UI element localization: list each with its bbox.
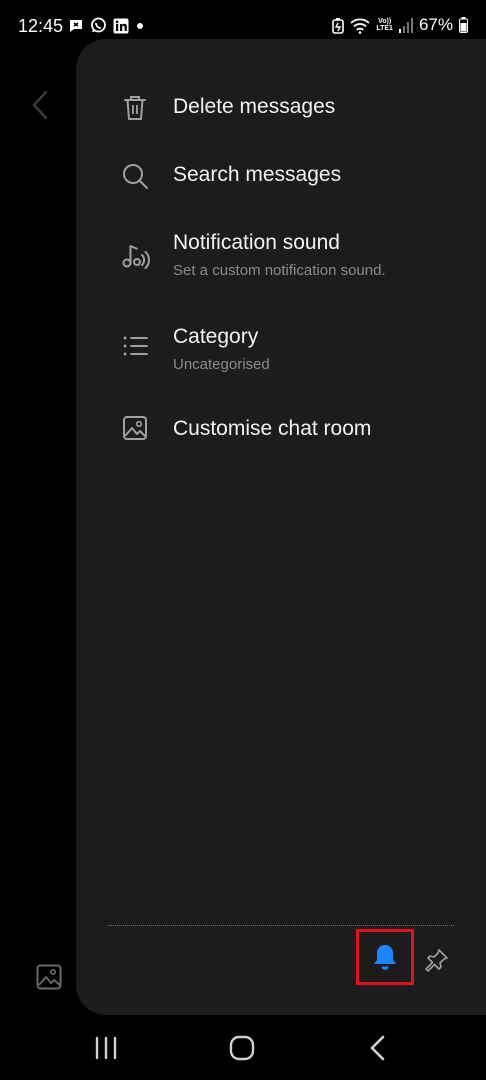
pin-icon: [425, 949, 448, 972]
drawer-divider: [108, 925, 454, 926]
dot-icon: [137, 22, 143, 29]
menu-title: Customise chat room: [173, 417, 372, 440]
menu-title: Notification sound: [173, 231, 340, 254]
navigation-bar: [0, 1015, 486, 1080]
menu-title: Category: [173, 325, 259, 348]
chat-options-drawer: Delete messages Search messages Notifica…: [76, 39, 486, 1015]
menu-title: Search messages: [173, 163, 342, 186]
battery-icon: [459, 17, 468, 33]
linkedin-icon: [113, 18, 129, 33]
status-time: 12:45: [18, 16, 64, 36]
bell-icon: [374, 945, 396, 970]
wifi-icon: [350, 18, 370, 34]
status-right-icons: Vo)) LTE1 67%: [332, 15, 468, 35]
search-icon: [123, 164, 148, 189]
menu-item-category[interactable]: Category Uncategorised: [76, 311, 486, 381]
background-gallery-icon: [36, 964, 62, 990]
menu-item-customise-chat-room[interactable]: Customise chat room: [76, 401, 486, 457]
status-left-icons: [68, 17, 145, 34]
menu-title: Delete messages: [173, 95, 336, 118]
background-back-icon: [32, 90, 48, 120]
battery-percent: 67%: [418, 15, 453, 34]
volte-line2: LTE1: [376, 25, 393, 32]
volte-icon: Vo)) LTE1: [376, 18, 393, 32]
back-icon[interactable]: [368, 1035, 388, 1061]
volte-line1: Vo)): [378, 18, 392, 25]
music-note-icon: [122, 245, 150, 269]
screen: 12:45 Vo)) LTE1 67% Delete messages Sear…: [0, 0, 486, 1080]
pin-chat-button[interactable]: [422, 945, 452, 975]
image-icon: [123, 416, 147, 440]
menu-subtitle: Set a custom notification sound.: [173, 262, 386, 279]
list-icon: [123, 336, 148, 356]
signal-icon: [398, 18, 413, 33]
whatsapp-icon: [91, 17, 106, 33]
battery-saver-icon: [332, 17, 345, 34]
menu-item-delete-messages[interactable]: Delete messages: [76, 79, 486, 135]
menu-item-search-messages[interactable]: Search messages: [76, 147, 486, 203]
recents-icon[interactable]: [93, 1035, 119, 1061]
trash-icon: [124, 96, 146, 120]
home-icon[interactable]: [229, 1035, 255, 1061]
menu-item-notification-sound[interactable]: Notification sound Set a custom notifica…: [76, 217, 486, 287]
chat-notification-icon: [70, 19, 82, 32]
menu-subtitle: Uncategorised: [173, 356, 270, 373]
notifications-toggle-button[interactable]: [356, 929, 414, 985]
